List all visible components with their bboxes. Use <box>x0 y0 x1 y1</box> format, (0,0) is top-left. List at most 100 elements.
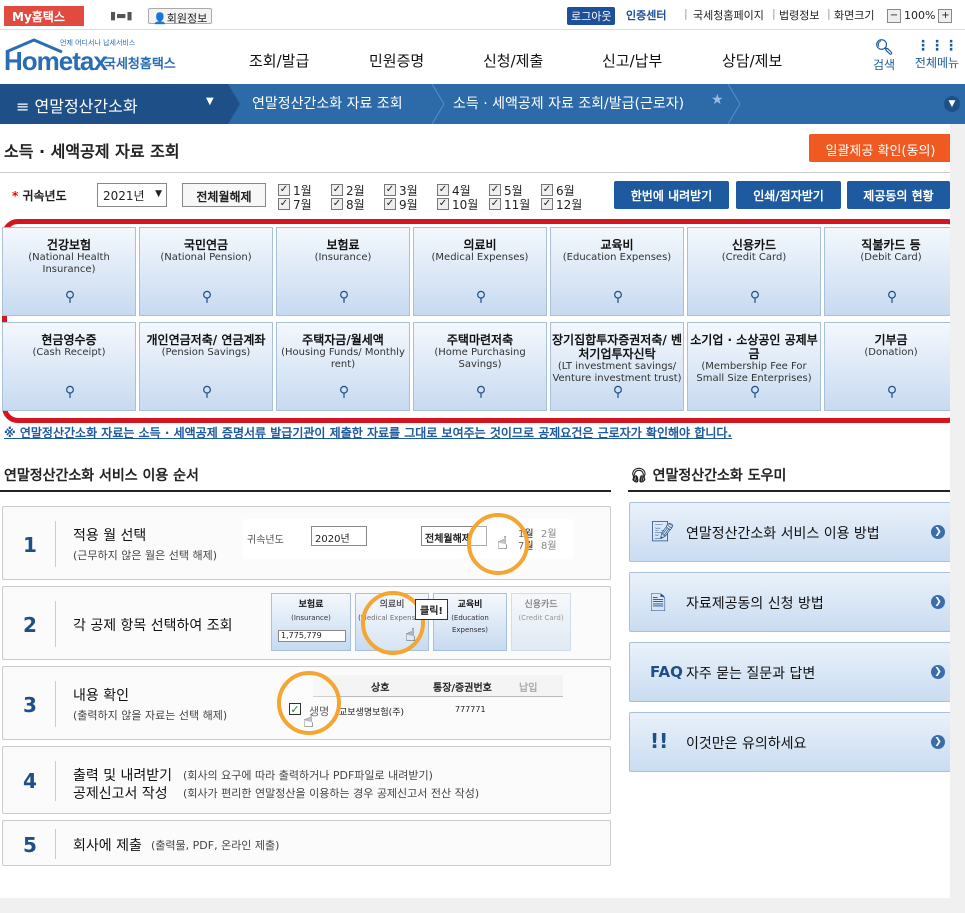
search-icon: ⚲ <box>886 384 898 400</box>
search-icon: 🔍︎ <box>874 38 894 56</box>
hometax-logo[interactable]: 언제 어디서나 납세서비스 Hometax 국세청홈택스 <box>4 38 194 78</box>
document-icon: 🗎 <box>650 591 667 615</box>
zoom-out-button[interactable]: − <box>887 8 901 23</box>
search-icon: ⚲ <box>201 384 213 400</box>
caret-down-icon: ▼ <box>206 96 214 107</box>
search-button[interactable]: 🔍︎ 검색 <box>866 38 902 73</box>
breadcrumb-item-2[interactable]: 소득 · 세액공제 자료 조회/발급(근로자) <box>453 93 684 113</box>
divider <box>0 172 965 173</box>
bulk-consent-button[interactable]: 일괄제공 확인(동의) <box>809 134 952 162</box>
category-tile[interactable]: 신용카드 (Credit Card) ⚲ <box>687 227 821 316</box>
hand-cursor-icon: ☝ <box>405 625 416 646</box>
top-decor-mark: ▮▬▮ <box>110 9 133 22</box>
month-checkbox[interactable]: ✓ 7월 <box>278 197 312 212</box>
step-3: 3 내용 확인 (출력하지 않을 자료는 선택 해제) 상호 통장/증권번호 납… <box>2 666 611 740</box>
scrollbar[interactable] <box>950 124 965 913</box>
gnb-application[interactable]: 신청/제출 <box>483 50 543 71</box>
checkbox-checked: ✓ <box>331 184 343 196</box>
top-utility-bar <box>0 0 965 30</box>
breadcrumb-separator <box>728 84 740 124</box>
category-tile[interactable]: 직불카드 등 (Debit Card) ⚲ <box>824 227 958 316</box>
consent-status-button[interactable]: 제공동의 현황 <box>847 181 950 209</box>
checkbox-checked: ✓ <box>384 198 396 210</box>
checkbox-checked: ✓ <box>489 184 501 196</box>
category-tile[interactable]: 개인연금저축/ 연금계좌 (Pension Savings) ⚲ <box>139 322 273 411</box>
category-tile[interactable]: 주택자금/월세액 (Housing Funds/ Monthly rent) ⚲ <box>276 322 410 411</box>
gnb-report-payment[interactable]: 신고/납부 <box>602 50 662 71</box>
grid-menu-icon: ⋮⋮⋮ <box>916 38 958 54</box>
year-label: * 귀속년도 <box>12 189 67 203</box>
step-1: 1 적용 월 선택 (근무하지 않은 월은 선택 해제) 귀속년도 2020년 … <box>2 506 611 580</box>
search-icon: ⚲ <box>612 384 624 400</box>
helper-consent-guide[interactable]: 🗎 자료제공동의 신청 방법 ❯ <box>629 572 960 632</box>
breadcrumb-separator <box>432 84 444 124</box>
expand-chevron-icon[interactable]: ▼ <box>944 96 960 112</box>
category-tile[interactable]: 보험료 (Insurance) ⚲ <box>276 227 410 316</box>
breadcrumb-item-1[interactable]: 연말정산간소화 자료 조회 <box>252 93 403 113</box>
category-tile[interactable]: 국민연금 (National Pension) ⚲ <box>139 227 273 316</box>
logout-button[interactable]: 로그아웃 <box>567 7 616 25</box>
clear-all-months-button[interactable]: 전체월해제 <box>182 183 266 207</box>
category-tile[interactable]: 기부금 (Donation) ⚲ <box>824 322 958 411</box>
checkbox-checked: ✓ <box>437 198 449 210</box>
headset-icon: 🎧︎ <box>630 468 653 484</box>
search-icon: ⚲ <box>64 384 76 400</box>
divider: | <box>827 7 831 20</box>
category-tile[interactable]: 주택마련저축 (Home Purchasing Savings) ⚲ <box>413 322 547 411</box>
month-checkbox[interactable]: ✓ 10월 <box>437 197 478 212</box>
helper-title: 🎧︎ 연말정산간소화 도우미 <box>630 468 787 484</box>
notice-text: ※ 연말정산간소화 자료는 소득 · 세액공제 증명서류 발급기관이 제출한 자… <box>4 426 732 440</box>
month-checkbox[interactable]: ✓ 8월 <box>331 197 365 212</box>
print-braille-button[interactable]: 인쇄/점자받기 <box>736 181 841 209</box>
menu-dropdown[interactable]: ≡ 연말정산간소화 ▼ <box>0 84 228 124</box>
checkbox-checked: ✓ <box>384 184 396 196</box>
favorite-star-icon[interactable]: ★ <box>711 92 724 108</box>
gnb-inquiry[interactable]: 조회/발급 <box>249 50 309 71</box>
step-5: 5 회사에 제출 (출력물, PDF, 온라인 제출) <box>2 820 611 866</box>
download-all-button[interactable]: 한번에 내려받기 <box>614 181 729 209</box>
category-tile[interactable]: 현금영수증 (Cash Receipt) ⚲ <box>2 322 136 411</box>
arrow-right-icon: ❯ <box>931 665 945 679</box>
member-info-button[interactable]: 👤회원정보 <box>148 8 213 25</box>
cert-center-link[interactable]: 인증센터 <box>626 7 666 25</box>
category-tile[interactable]: 건강보험 (National Health Insurance) ⚲ <box>2 227 136 316</box>
search-icon: ⚲ <box>612 289 624 305</box>
screen-size-label: 화면크기 <box>834 9 875 22</box>
law-info-link[interactable]: 법령정보 <box>779 7 819 25</box>
gnb-certificate[interactable]: 민원증명 <box>369 50 424 71</box>
checkbox-checked: ✓ <box>489 198 501 210</box>
my-hometax-link[interactable]: My홈택스 <box>4 6 84 26</box>
click-tooltip: 클릭! <box>415 599 448 620</box>
search-icon: ⚲ <box>749 384 761 400</box>
arrow-right-icon: ❯ <box>931 525 945 539</box>
logo-brand: Hometax <box>4 46 108 76</box>
zoom-in-button[interactable]: + <box>938 8 953 23</box>
faq-icon: FAQ <box>650 663 683 681</box>
category-tile[interactable]: 장기집합투자증권저축/ 벤처기업투자신탁 (LT investment savin… <box>550 322 684 411</box>
helper-usage-guide[interactable]: 📝︎ 연말정산간소화 서비스 이용 방법 ❯ <box>629 502 960 562</box>
helper-faq[interactable]: FAQ 자주 묻는 질문과 답변 ❯ <box>629 642 960 702</box>
step-4: 4 출력 및 내려받기 공제신고서 작성 (회사의 요구에 따라 출력하거나 P… <box>2 746 611 814</box>
search-icon: ⚲ <box>338 384 350 400</box>
checkbox-checked: ✓ <box>541 184 553 196</box>
helper-caution[interactable]: !! 이것만은 유의하세요 ❯ <box>629 712 960 772</box>
document-edit-icon: 📝︎ <box>650 519 676 543</box>
nts-homepage-link[interactable]: 국세청홈페이지 <box>693 7 764 25</box>
checkbox-checked: ✓ <box>541 198 553 210</box>
logo-brand-ko: 국세청홈택스 <box>104 57 176 72</box>
gnb-consult[interactable]: 상담/제보 <box>722 50 782 71</box>
checkbox-checked: ✓ <box>278 184 290 196</box>
service-order-title: 연말정산간소화 서비스 이용 순서 <box>4 468 199 484</box>
category-tile[interactable]: 교육비 (Education Expenses) ⚲ <box>550 227 684 316</box>
scrollbar-horizontal[interactable] <box>0 898 950 913</box>
category-tile[interactable]: 소기업 · 소상공인 공제부금 (Membership Fee For Small… <box>687 322 821 411</box>
month-checkbox[interactable]: ✓ 11월 <box>489 197 530 212</box>
checkbox-checked: ✓ <box>289 703 301 716</box>
category-tile[interactable]: 의료비 (Medical Expenses) ⚲ <box>413 227 547 316</box>
hand-cursor-icon: ☝ <box>303 711 314 732</box>
year-select[interactable]: 2021년 ▼ <box>97 183 167 207</box>
all-menu-button[interactable]: ⋮⋮⋮ 전체메뉴 <box>912 38 962 71</box>
month-checkbox[interactable]: ✓ 12월 <box>541 197 582 212</box>
month-checkbox[interactable]: ✓ 9월 <box>384 197 418 212</box>
search-icon: ⚲ <box>886 289 898 305</box>
